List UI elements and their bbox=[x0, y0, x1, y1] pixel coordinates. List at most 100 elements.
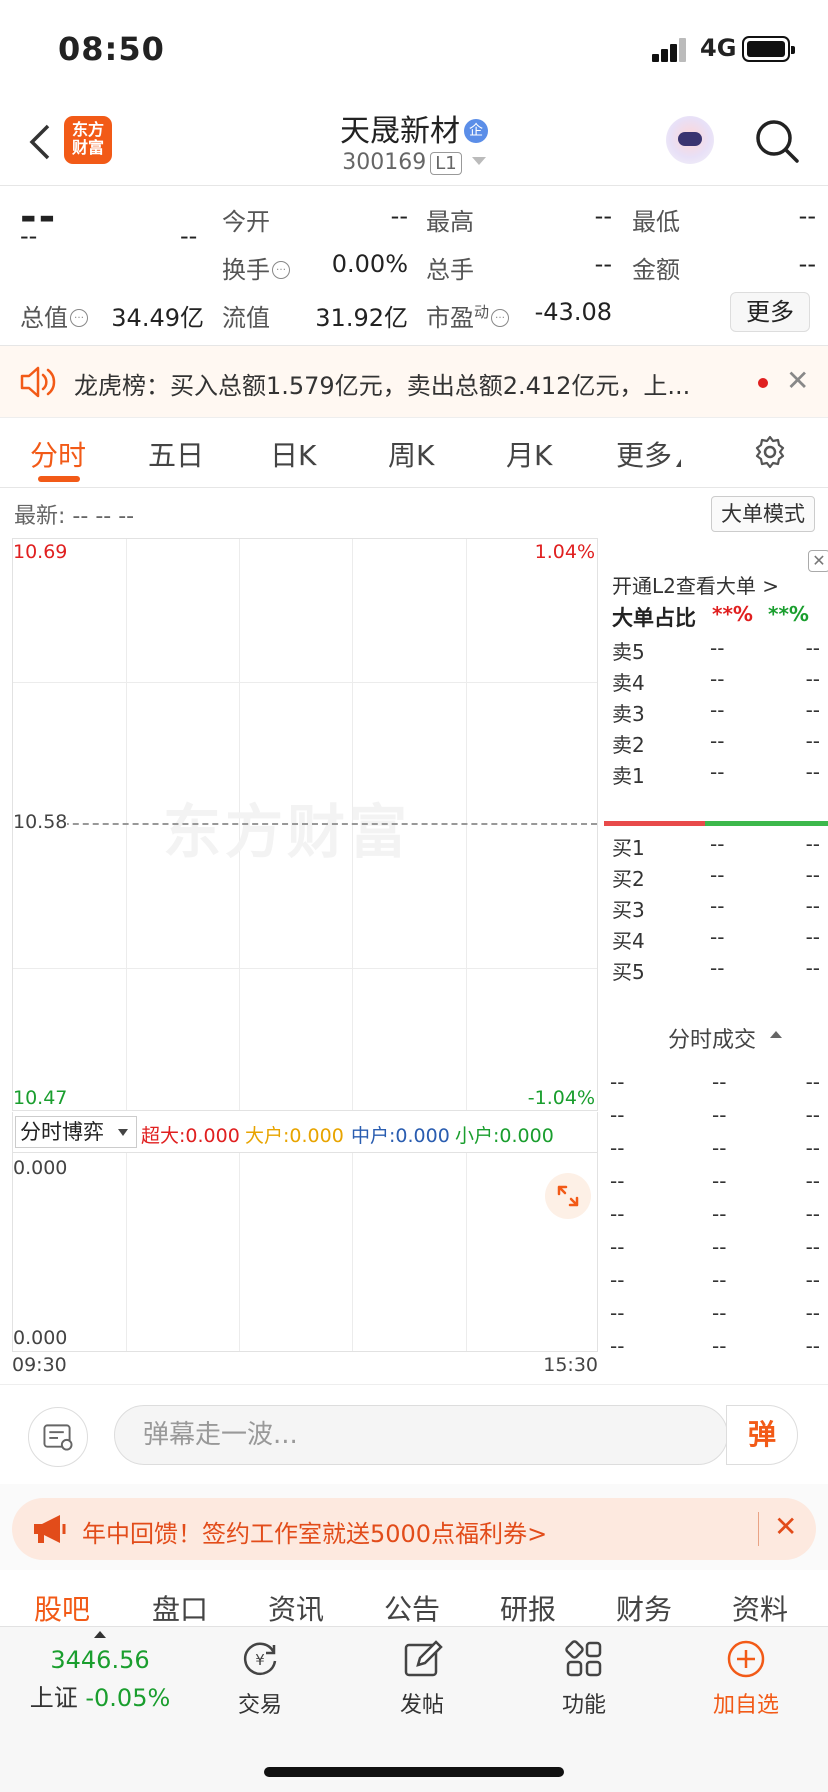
pct-axis-bottom: -1.04% bbox=[527, 1087, 595, 1109]
danmu-send-button[interactable]: 弹 bbox=[726, 1405, 798, 1465]
gear-icon[interactable] bbox=[752, 434, 788, 470]
danmu-input[interactable]: 弹幕走一波... bbox=[114, 1405, 728, 1465]
trades-title[interactable]: 分时成交 bbox=[668, 1022, 783, 1054]
notice-text: 龙虎榜：买入总额1.579亿元，卖出总额2.412亿元，上... bbox=[74, 372, 691, 400]
trade-row: -- -- -- bbox=[610, 1103, 820, 1127]
nav-functions[interactable]: 功能 bbox=[524, 1637, 644, 1719]
danmu-bar: 弹幕走一波... 弹 bbox=[0, 1384, 828, 1484]
bid-row: 买1 -- -- bbox=[612, 832, 820, 860]
volume-value: -- bbox=[594, 250, 612, 278]
tab-announcements[interactable]: 公告 bbox=[384, 1588, 440, 1628]
turnover-label: 换手… bbox=[222, 250, 290, 285]
mktcap-value: 34.49亿 bbox=[111, 304, 204, 332]
y-axis-mid: 10.58 bbox=[13, 811, 68, 833]
svg-text:¥: ¥ bbox=[255, 1651, 265, 1669]
search-icon[interactable] bbox=[754, 118, 800, 164]
bid-row: 买5 -- -- bbox=[612, 956, 820, 984]
pct-axis-top: 1.04% bbox=[534, 541, 595, 563]
open-label: 今开 bbox=[222, 208, 270, 236]
latest-row: 最新: -- -- -- 大单模式 bbox=[0, 488, 828, 536]
big-order-buy-ratio: **% bbox=[712, 602, 753, 626]
ask-row: 卖5 -- -- bbox=[612, 636, 820, 664]
caret-up-icon bbox=[94, 1631, 106, 1638]
trade-row: -- -- -- bbox=[610, 1136, 820, 1160]
bid-row: 买4 -- -- bbox=[612, 925, 820, 953]
bid-row: 买2 -- -- bbox=[612, 863, 820, 891]
price-change: -- bbox=[20, 222, 38, 250]
intraday-chart[interactable]: 东方财富 10.69 1.04% 10.58 10.47 -1.04% bbox=[12, 538, 598, 1111]
signal-icon bbox=[652, 38, 688, 62]
nav-post[interactable]: 发帖 bbox=[362, 1637, 482, 1719]
open-value: -- bbox=[390, 202, 408, 230]
small-value: 小户:0.000 bbox=[455, 1125, 554, 1147]
info-icon[interactable]: … bbox=[70, 309, 88, 327]
index-name: 上证 bbox=[29, 1684, 78, 1712]
prev-close-line bbox=[13, 823, 597, 825]
close-icon[interactable]: ✕ bbox=[786, 364, 809, 397]
trade-icon: ¥ bbox=[243, 1642, 277, 1676]
network-type: 4G bbox=[700, 34, 737, 62]
bottom-nav: 3446.56 上证 -0.05% ¥ 交易 发帖 功能 加自选 bbox=[0, 1626, 828, 1792]
open-l2-link[interactable]: 开通L2查看大单 > bbox=[612, 570, 779, 599]
tab-finance[interactable]: 财务 bbox=[616, 1588, 672, 1628]
y-axis-bottom: 10.47 bbox=[13, 1087, 68, 1109]
caret-icon bbox=[676, 459, 682, 467]
indicator-chart[interactable]: 0.000 0.000 bbox=[12, 1152, 598, 1352]
unread-dot bbox=[758, 378, 768, 388]
big-order-ratio-label: 大单占比 bbox=[612, 606, 696, 630]
tab-guba[interactable]: 股吧 bbox=[34, 1588, 90, 1628]
tab-more[interactable]: 更多 bbox=[616, 434, 682, 474]
nav-add-watchlist[interactable]: 加自选 bbox=[686, 1637, 806, 1719]
grid-icon bbox=[565, 1640, 602, 1677]
trade-row: -- -- -- bbox=[610, 1301, 820, 1325]
info-icon[interactable]: … bbox=[272, 261, 290, 279]
tab-profile[interactable]: 资料 bbox=[732, 1588, 788, 1628]
high-label: 最高 bbox=[426, 208, 474, 236]
tab-weekly-k[interactable]: 周K bbox=[388, 434, 434, 474]
low-label: 最低 bbox=[632, 208, 680, 236]
indicator-selector[interactable]: 分时博弈 bbox=[15, 1116, 137, 1148]
promo-text: 年中回馈！签约工作室就送5000点福利券> bbox=[82, 1520, 548, 1548]
nav-trade[interactable]: ¥ 交易 bbox=[200, 1637, 320, 1719]
tab-intraday[interactable]: 分时 bbox=[30, 434, 86, 474]
ask-row: 卖3 -- -- bbox=[612, 698, 820, 726]
speaker-icon bbox=[20, 366, 56, 398]
float-value: 31.92亿 bbox=[315, 304, 408, 332]
index-ticker[interactable]: 3446.56 上证 -0.05% bbox=[20, 1631, 180, 1713]
amount-value: -- bbox=[798, 250, 816, 278]
indicator-top-value: 0.000 bbox=[13, 1157, 68, 1179]
close-icon[interactable]: ✕ bbox=[808, 550, 828, 572]
promo-banner[interactable]: 年中回馈！签约工作室就送5000点福利券> ✕ bbox=[12, 1498, 816, 1560]
index-value: 3446.56 bbox=[50, 1646, 150, 1674]
stock-code: 300169 bbox=[342, 150, 427, 175]
trade-row: -- -- -- bbox=[610, 1169, 820, 1193]
info-icon[interactable]: … bbox=[491, 309, 510, 327]
close-icon[interactable]: ✕ bbox=[774, 1510, 797, 1543]
float-label: 流值 bbox=[222, 304, 270, 332]
medium-value: 中户:0.000 bbox=[351, 1125, 450, 1147]
edit-icon bbox=[404, 1640, 443, 1677]
tab-news[interactable]: 资讯 bbox=[268, 1588, 324, 1628]
latest-info: 最新: -- -- -- bbox=[14, 504, 135, 529]
expand-icon[interactable] bbox=[545, 1173, 591, 1219]
tab-daily-k[interactable]: 日K bbox=[270, 434, 316, 474]
assistant-robot-icon[interactable] bbox=[666, 116, 714, 164]
low-value: -- bbox=[798, 202, 816, 230]
more-button[interactable]: 更多 bbox=[730, 292, 810, 332]
tab-monthly-k[interactable]: 月K bbox=[506, 434, 552, 474]
content-tabs: 股吧 盘口 资讯 公告 研报 财务 资料 bbox=[0, 1570, 828, 1626]
trade-row: -- -- -- bbox=[610, 1235, 820, 1259]
danmu-settings-icon[interactable] bbox=[28, 1407, 88, 1467]
tab-pankou[interactable]: 盘口 bbox=[152, 1588, 208, 1628]
y-axis-top: 10.69 bbox=[13, 541, 68, 563]
big-order-mode-button[interactable]: 大单模式 bbox=[711, 496, 815, 532]
status-time: 08:50 bbox=[58, 30, 165, 68]
dragon-tiger-notice[interactable]: 龙虎榜：买入总额1.579亿元，卖出总额2.412亿元，上... ✕ bbox=[0, 346, 828, 418]
tab-five-day[interactable]: 五日 bbox=[148, 434, 204, 474]
tab-research[interactable]: 研报 bbox=[500, 1588, 556, 1628]
quote-panel: -- -- -- 今开 -- 最高 -- 最低 -- 换手… 0.00% 总手 … bbox=[0, 186, 828, 346]
large-value: 大户:0.000 bbox=[245, 1125, 344, 1147]
mktcap-label: 总值… bbox=[20, 298, 88, 333]
ask-row: 卖2 -- -- bbox=[612, 729, 820, 757]
volume-label: 总手 bbox=[426, 256, 474, 284]
